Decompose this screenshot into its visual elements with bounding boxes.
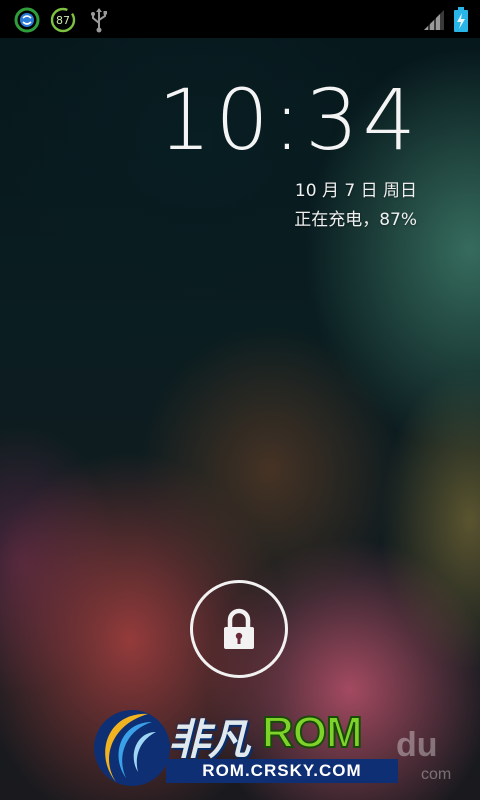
unlock-handle[interactable] bbox=[190, 580, 288, 678]
battery-saver-icon: 87 bbox=[48, 6, 78, 38]
watermark-url: ROM.CRSKY.COM bbox=[166, 759, 398, 783]
watermark-baidu-com: com bbox=[421, 766, 452, 783]
lockscreen-date: 10 月 7 日 周日 bbox=[294, 181, 417, 201]
watermark-brand-cn: 非凡 bbox=[168, 715, 250, 764]
battery-saver-value: 87 bbox=[56, 14, 70, 27]
lock-icon bbox=[221, 607, 257, 655]
battery-charging-icon bbox=[452, 6, 470, 38]
lockscreen-clock: 10:34 bbox=[157, 71, 420, 169]
crsky-watermark: 非凡 ROM du com ROM.CRSKY.COM bbox=[86, 696, 480, 796]
signal-icon bbox=[422, 8, 446, 36]
usb-icon bbox=[88, 7, 110, 37]
sync-icon bbox=[14, 7, 40, 37]
crsky-logo-icon bbox=[86, 698, 172, 798]
status-bar: 87 bbox=[0, 0, 480, 38]
watermark-brand-rom: ROM bbox=[261, 707, 364, 758]
watermark-baidu-du: du bbox=[396, 726, 438, 764]
charging-status: 正在充电，87% bbox=[294, 210, 417, 230]
